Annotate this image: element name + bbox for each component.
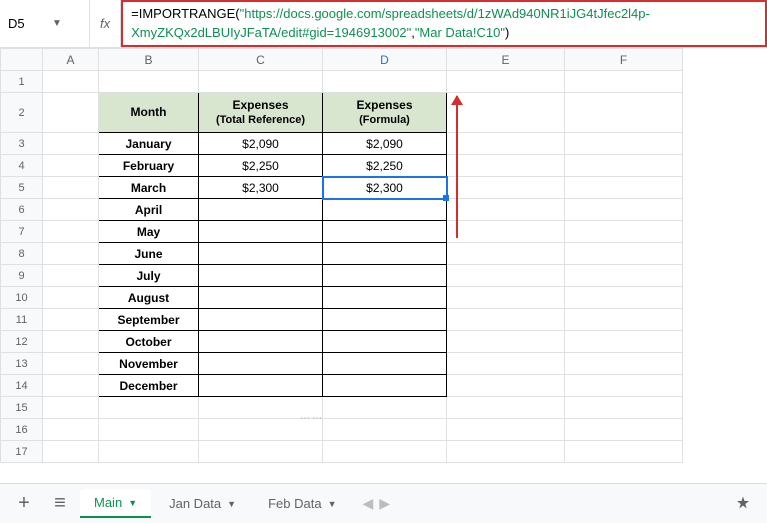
active-cell[interactable]: $2,300 [323,177,447,199]
row-header[interactable]: 12 [1,331,43,353]
table-row[interactable]: January [99,133,199,155]
col-header-b[interactable]: B [99,49,199,71]
formula-bar[interactable]: =IMPORTRANGE("https://docs.google.com/sp… [121,0,767,47]
row-header[interactable]: 15 [1,397,43,419]
sheet-tab-main[interactable]: Main▼ [80,489,151,518]
row-header[interactable]: 6 [1,199,43,221]
drag-handle-icon: ⋯⋯ [300,413,324,424]
table-row[interactable]: February [99,155,199,177]
row-header[interactable]: 17 [1,441,43,463]
col-header-e[interactable]: E [447,49,565,71]
row-header[interactable]: 5 [1,177,43,199]
header-month[interactable]: Month [99,93,199,133]
header-expenses-ref[interactable]: Expenses(Total Reference) [199,93,323,133]
table-row[interactable]: October [99,331,199,353]
fx-label: fx [90,0,121,47]
row-header[interactable]: 4 [1,155,43,177]
col-header-a[interactable]: A [43,49,99,71]
row-header[interactable]: 14 [1,375,43,397]
table-row[interactable]: September [99,309,199,331]
sheet-tab-bar: + ≡ Main▼ Jan Data▼ Feb Data▼ ◀ ▶ [0,483,767,523]
col-header-c[interactable]: C [199,49,323,71]
explore-icon [734,495,752,513]
formula-arg2: "Mar Data!C10" [415,25,505,40]
row-header[interactable]: 16 [1,419,43,441]
tab-nav-left-icon[interactable]: ◀ [360,493,375,514]
all-sheets-button[interactable]: ≡ [44,488,76,520]
row-header[interactable]: 13 [1,353,43,375]
table-row[interactable]: April [99,199,199,221]
row-header[interactable]: 3 [1,133,43,155]
table-row[interactable]: December [99,375,199,397]
row-header[interactable]: 9 [1,265,43,287]
cell[interactable] [43,71,99,93]
table-row[interactable]: November [99,353,199,375]
sheet-tab-feb[interactable]: Feb Data▼ [254,490,350,517]
row-header[interactable]: 7 [1,221,43,243]
table-row[interactable]: August [99,287,199,309]
tab-nav-right-icon[interactable]: ▶ [377,493,392,514]
table-row[interactable]: May [99,221,199,243]
explore-button[interactable] [727,488,759,520]
table-row[interactable]: June [99,243,199,265]
tab-dropdown-icon[interactable]: ▼ [128,498,137,508]
add-sheet-button[interactable]: + [8,488,40,520]
name-box[interactable]: ▼ [0,0,90,47]
row-header[interactable]: 1 [1,71,43,93]
formula-func: =IMPORTRANGE [131,6,235,21]
annotation-arrow [456,96,458,238]
sheet-tab-jan[interactable]: Jan Data▼ [155,490,250,517]
tab-dropdown-icon[interactable]: ▼ [328,499,337,509]
row-header[interactable]: 8 [1,243,43,265]
row-header[interactable]: 2 [1,93,43,133]
col-header-d[interactable]: D [323,49,447,71]
row-header[interactable]: 10 [1,287,43,309]
name-box-dropdown-icon[interactable]: ▼ [52,18,62,29]
name-box-input[interactable] [8,16,48,31]
col-header-f[interactable]: F [565,49,683,71]
row-header[interactable]: 11 [1,309,43,331]
table-row[interactable]: March [99,177,199,199]
table-row[interactable]: July [99,265,199,287]
spreadsheet-grid[interactable]: A B C D E F 1 2 Month Expenses(Total Ref… [0,48,767,466]
header-expenses-formula[interactable]: Expenses(Formula) [323,93,447,133]
tab-dropdown-icon[interactable]: ▼ [227,499,236,509]
select-all-cell[interactable] [1,49,43,71]
